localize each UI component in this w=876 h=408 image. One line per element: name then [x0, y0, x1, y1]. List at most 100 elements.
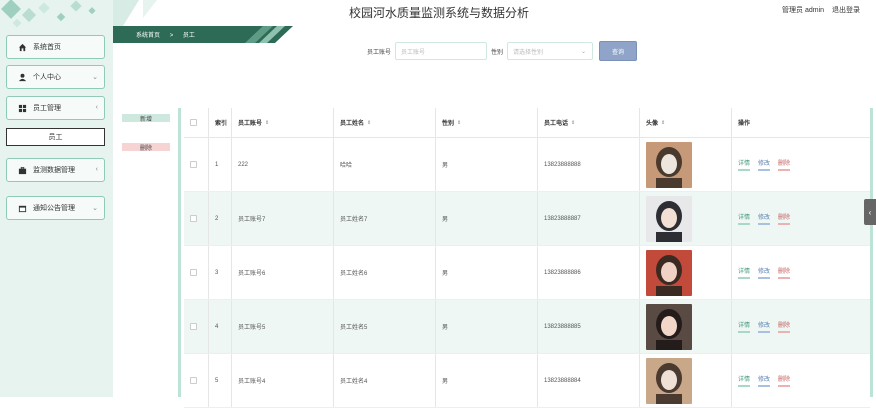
delete-button[interactable]: 删除	[122, 143, 170, 152]
cell-gender-container: 男	[436, 138, 538, 191]
gender-select[interactable]: 请选择性别 ⌄	[507, 42, 593, 60]
row-checkbox[interactable]	[190, 215, 197, 222]
row-checkbox[interactable]	[190, 269, 197, 276]
edit-button[interactable]: 修改	[758, 374, 771, 387]
sort-icon[interactable]: ⇕	[457, 120, 461, 126]
cell-account-container: 员工账号6	[232, 246, 334, 299]
table-border	[870, 108, 873, 397]
edit-button[interactable]: 修改	[758, 158, 771, 171]
sidebar-item-label: 个人中心	[33, 74, 61, 81]
table-row: 3 员工账号6 员工姓名6 男 13823888886 详情 修改 删除	[184, 246, 870, 300]
row-checkbox[interactable]	[190, 377, 197, 384]
chevron-icon: ‹	[95, 166, 98, 173]
sidebar-item-monitoring-data[interactable]: 监测数据管理 ‹	[6, 158, 105, 182]
header-avatar: 头像 ⇕	[640, 108, 732, 138]
row-actions: 详情 修改 删除	[738, 266, 791, 279]
cell-actions: 详情 修改 删除	[732, 354, 870, 407]
checkbox[interactable]	[190, 119, 197, 126]
cell-actions: 详情 修改 删除	[732, 192, 870, 245]
cell-name: 员工姓名5	[340, 325, 368, 331]
breadcrumb-separator: >	[169, 33, 174, 39]
breadcrumb-home[interactable]: 系统首页	[136, 33, 160, 39]
cell-index: 1	[215, 161, 219, 168]
sidebar-item-home[interactable]: 系统首页	[6, 35, 105, 59]
cell-avatar	[640, 354, 732, 407]
briefcase-icon	[17, 165, 27, 175]
cell-select[interactable]	[184, 354, 209, 407]
cell-name: 员工姓名4	[340, 379, 368, 385]
search-form: 员工账号 员工账号 性别 请选择性别 ⌄ 查询	[113, 41, 876, 61]
breadcrumb: 系统首页 > 员工	[132, 30, 199, 39]
sort-icon[interactable]: ⇕	[661, 120, 665, 126]
delete-row-button[interactable]: 删除	[778, 320, 791, 333]
cell-name-container: 员工姓名6	[334, 246, 436, 299]
delete-row-button[interactable]: 删除	[778, 374, 791, 387]
cell-select[interactable]	[184, 300, 209, 353]
cell-account: 员工账号4	[238, 379, 266, 385]
sidebar: 系统首页 个人中心 ⌄ 员工管理 ‹ 员工 监测数据管理 ‹ 通知公告管理 ⌄	[0, 0, 113, 397]
query-button[interactable]: 查询	[599, 41, 637, 61]
cell-select[interactable]	[184, 192, 209, 245]
sort-icon[interactable]: ⇕	[265, 120, 269, 126]
delete-row-button[interactable]: 删除	[778, 266, 791, 279]
sidebar-item-staff-management[interactable]: 员工管理 ‹	[6, 96, 105, 120]
cell-phone-container: 13823888884	[538, 354, 640, 407]
row-checkbox[interactable]	[190, 161, 197, 168]
edit-button[interactable]: 修改	[758, 320, 771, 333]
cell-select[interactable]	[184, 138, 209, 191]
cell-avatar	[640, 192, 732, 245]
edit-button[interactable]: 修改	[758, 212, 771, 225]
detail-button[interactable]: 详情	[738, 158, 751, 171]
table-row: 4 员工账号5 员工姓名5 男 13823888885 详情 修改 删除	[184, 300, 870, 354]
detail-button[interactable]: 详情	[738, 320, 751, 333]
user-label: 管理员 admin	[782, 7, 825, 14]
sidebar-item-notices[interactable]: 通知公告管理 ⌄	[6, 196, 105, 220]
side-panel-toggle[interactable]: ‹	[864, 199, 876, 225]
account-search-input[interactable]: 员工账号	[395, 42, 487, 60]
sidebar-item-label: 通知公告管理	[33, 205, 75, 212]
row-checkbox[interactable]	[190, 323, 197, 330]
cell-index-container: 2	[209, 192, 232, 245]
cell-phone-container: 13823888887	[538, 192, 640, 245]
cell-gender-container: 男	[436, 300, 538, 353]
delete-row-button[interactable]: 删除	[778, 158, 791, 171]
detail-button[interactable]: 详情	[738, 374, 751, 387]
add-button[interactable]: 新增	[122, 114, 170, 123]
sort-icon[interactable]: ⇕	[571, 120, 575, 126]
cell-name-container: 员工姓名7	[334, 192, 436, 245]
row-actions: 详情 修改 删除	[738, 320, 791, 333]
sidebar-decoration	[1, 0, 96, 28]
logout-link[interactable]: 退出登录	[832, 7, 860, 14]
sort-icon[interactable]: ⇕	[367, 120, 371, 126]
header-name[interactable]: 员工姓名 ⇕	[334, 108, 436, 138]
header-phone[interactable]: 员工电话 ⇕	[538, 108, 640, 138]
header-select-all[interactable]	[184, 108, 209, 138]
cell-avatar	[640, 138, 732, 191]
cell-actions: 详情 修改 删除	[732, 300, 870, 353]
cell-phone: 13823888888	[544, 161, 581, 168]
detail-button[interactable]: 详情	[738, 212, 751, 225]
cell-select[interactable]	[184, 246, 209, 299]
delete-row-button[interactable]: 删除	[778, 212, 791, 225]
header-gender[interactable]: 性别 ⇕	[436, 108, 538, 138]
avatar	[646, 141, 692, 188]
cell-phone: 13823888885	[544, 323, 581, 330]
header-account[interactable]: 员工账号 ⇕	[232, 108, 334, 138]
account-search-label: 员工账号	[367, 50, 392, 56]
cell-index: 2	[215, 215, 219, 222]
cell-account-container: 员工账号4	[232, 354, 334, 407]
cell-phone: 13823888884	[544, 377, 581, 384]
cell-index-container: 3	[209, 246, 232, 299]
cell-phone-container: 13823888888	[538, 138, 640, 191]
cell-index-container: 1	[209, 138, 232, 191]
chevron-down-icon: ⌄	[92, 74, 98, 81]
cell-index: 4	[215, 323, 219, 330]
cell-account-container: 员工账号5	[232, 300, 334, 353]
edit-button[interactable]: 修改	[758, 266, 771, 279]
sidebar-item-profile[interactable]: 个人中心 ⌄	[6, 65, 105, 89]
sidebar-subitem-staff[interactable]: 员工	[6, 128, 105, 146]
cell-gender: 男	[442, 379, 449, 385]
avatar	[646, 195, 692, 242]
detail-button[interactable]: 详情	[738, 266, 751, 279]
chevron-down-icon: ⌄	[92, 205, 98, 212]
